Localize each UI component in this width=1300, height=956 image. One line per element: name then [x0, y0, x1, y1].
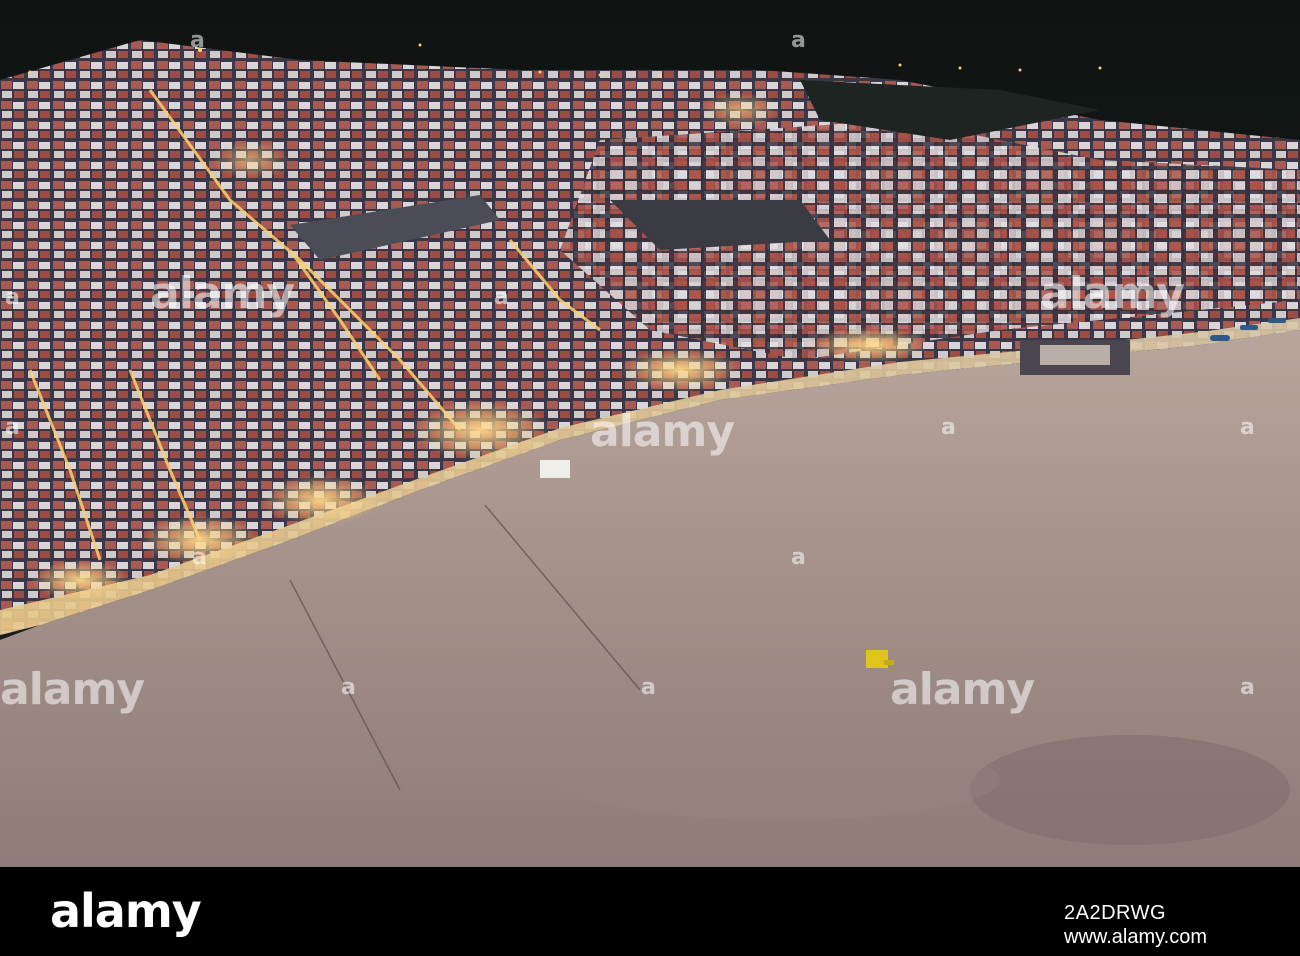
image-id-label: 2A2DRWG [1064, 902, 1167, 924]
site-url-label: www.alamy.com [1064, 926, 1207, 948]
aerial-night-town-photo [0, 0, 1300, 867]
alamy-logo: alamy [50, 884, 202, 938]
